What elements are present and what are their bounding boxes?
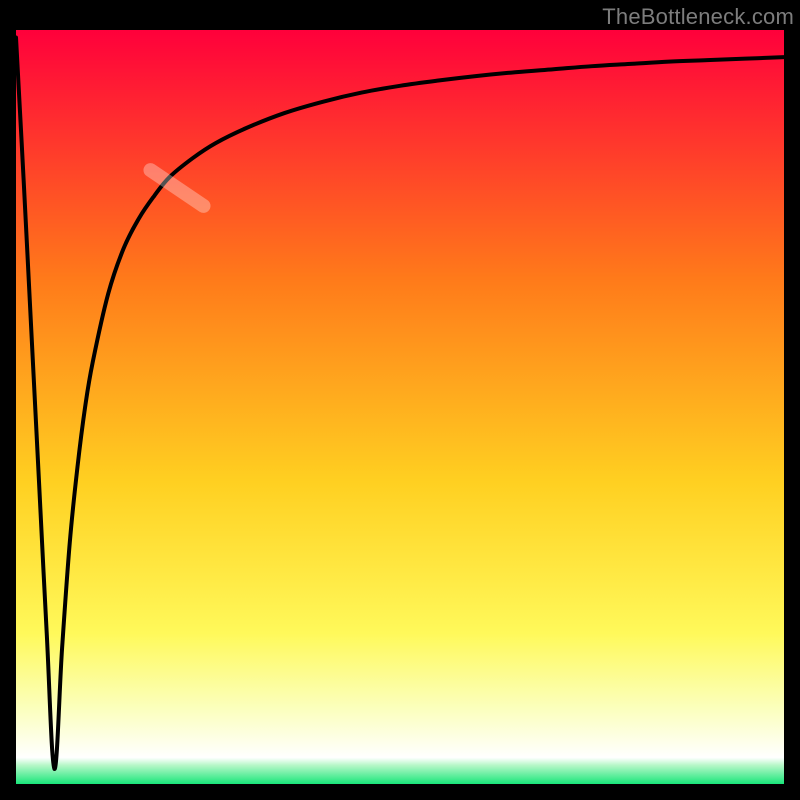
plot-frame: [16, 30, 784, 784]
plot-background-gradient: [16, 30, 784, 784]
root: TheBottleneck.com: [0, 0, 800, 800]
attribution-label: TheBottleneck.com: [602, 4, 794, 30]
